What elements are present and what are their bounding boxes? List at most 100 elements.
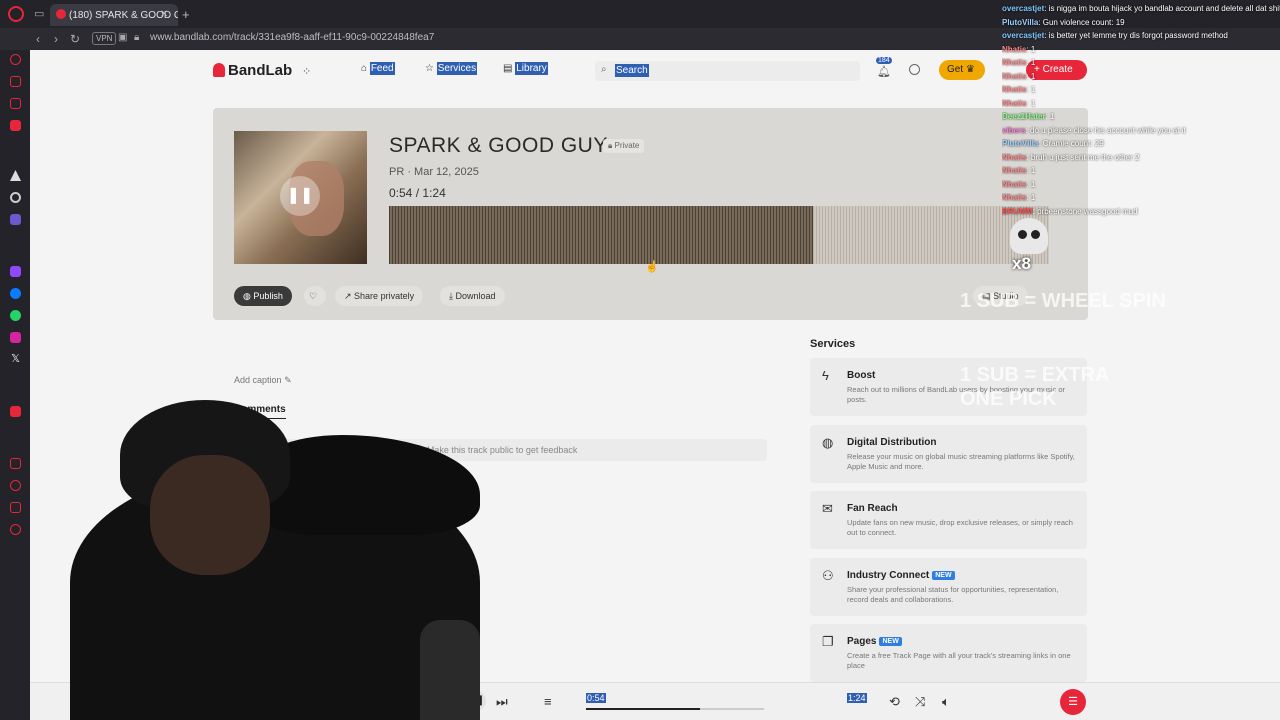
service-desc: Release your music on global music strea… xyxy=(847,452,1075,471)
new-tab-icon[interactable]: + xyxy=(182,7,190,22)
chat-text: : prbeenstone wassgood mud xyxy=(1032,206,1138,216)
close-icon[interactable]: ✕ xyxy=(160,9,168,20)
get-membership-button[interactable]: Get ♛ xyxy=(939,60,985,80)
star-icon: ☆ xyxy=(425,63,437,74)
chat-text: : 1 xyxy=(1026,193,1036,202)
nav-services-label: Services xyxy=(436,62,478,75)
service-desc: Create a free Track Page with all your t… xyxy=(847,651,1071,670)
pages-icon: ❐ xyxy=(822,634,834,649)
chat-message: Nhatis: 1 xyxy=(1002,85,1280,99)
chat-message: Nhatis: bruh u just sent me the other 2 xyxy=(1002,153,1280,167)
library-icon: ▤ xyxy=(503,63,516,74)
add-caption[interactable]: Add caption ✎ xyxy=(234,375,292,386)
volume-icon[interactable]: 🔈︎ xyxy=(942,694,950,710)
queue-button[interactable]: ☰ xyxy=(1060,689,1086,715)
track-card: ❚❚ SPARK & GOOD GUY 🔒︎ Private PR · Mar … xyxy=(213,108,1088,320)
new-badge: NEW xyxy=(932,571,955,580)
chat-text: : Cramie count: 29 xyxy=(1038,139,1104,148)
messenger-icon[interactable] xyxy=(10,288,21,299)
next-icon[interactable]: ⏭ xyxy=(496,694,508,710)
repeat-icon[interactable]: ⟲ xyxy=(889,694,900,710)
chat-message: Nhatis: 1 xyxy=(1002,180,1280,194)
track-title: SPARK & GOOD GUY xyxy=(389,134,608,157)
apps-grid-icon[interactable]: ⁘ xyxy=(302,65,311,78)
heart-icon: ♡ xyxy=(309,291,318,301)
nav-feed[interactable]: ⌂ Feed xyxy=(361,62,395,75)
browser-tab[interactable]: (180) SPARK & GOOD GUY xyxy=(50,4,178,26)
nav-services[interactable]: ☆ Services xyxy=(425,62,478,75)
bookmark-icon[interactable]: ▣ xyxy=(118,32,127,43)
service-desc: Share your professional status for oppor… xyxy=(847,585,1059,604)
share-privately-button[interactable]: ↗ Share privately xyxy=(335,286,424,306)
opera-logo-icon[interactable] xyxy=(8,6,24,22)
search-placeholder: Search xyxy=(615,64,649,77)
nav-library[interactable]: ▤ Library xyxy=(503,62,548,75)
bandlab-logo[interactable]: BandLab xyxy=(213,62,292,79)
url-field[interactable]: www.bandlab.com/track/331ea9f8-aaff-ef11… xyxy=(150,32,434,43)
settings-icon[interactable] xyxy=(10,192,21,203)
player-progress[interactable] xyxy=(586,708,764,710)
service-digital-distribution[interactable]: ◍ Digital Distribution Release your musi… xyxy=(810,425,1087,483)
whatsapp-icon[interactable] xyxy=(10,310,21,321)
speed-dial-icon[interactable] xyxy=(10,54,21,65)
like-button[interactable]: ♡ xyxy=(304,286,326,306)
chat-text: : 1 xyxy=(1026,179,1036,189)
service-desc: Update fans on new music, drop exclusive… xyxy=(847,518,1073,537)
tabs-icon[interactable]: ▭ xyxy=(34,7,48,20)
chat-message: PlutoVilla: Cramie count: 29 xyxy=(1002,139,1280,153)
player-current-time: 0:54 xyxy=(586,693,606,703)
duration: 1:24 xyxy=(422,186,446,200)
chat-username: vibers xyxy=(1002,125,1026,135)
chat-text: : 1 xyxy=(1026,98,1036,108)
mouse-cursor-icon: ☝ xyxy=(645,261,659,273)
shuffle-icon[interactable]: ⤨ xyxy=(915,694,925,710)
private-badge: 🔒︎ Private xyxy=(603,139,645,153)
aria-icon[interactable] xyxy=(10,170,21,181)
queue-list-icon[interactable]: ≡ xyxy=(544,694,552,709)
instagram-icon[interactable] xyxy=(10,332,21,343)
download-button[interactable]: ⤓ Download xyxy=(440,286,505,306)
service-name: Pages NEW xyxy=(847,636,902,647)
chat-username: Nhatis xyxy=(1002,166,1027,175)
globe-icon: ◍ xyxy=(822,435,834,450)
overlay-line-3: ONE PICK xyxy=(960,388,1057,410)
bell-icon[interactable]: 🔔︎ xyxy=(877,65,891,78)
reload-icon[interactable]: ↻ xyxy=(70,32,80,46)
x-icon[interactable]: 𝕏 xyxy=(10,354,21,365)
chat-message: Nhatis: 1 xyxy=(1002,166,1280,180)
search-input[interactable]: ⌕ Search xyxy=(595,61,860,81)
chat-username: Nhatis xyxy=(1002,193,1027,202)
chat-icon[interactable] xyxy=(909,64,920,75)
search-icon: ⌕ xyxy=(601,64,607,75)
publish-label: Publish xyxy=(253,291,283,301)
webcam-chair xyxy=(420,620,480,720)
back-icon[interactable]: ‹ xyxy=(36,32,40,46)
news-icon[interactable] xyxy=(10,76,21,87)
service-pages[interactable]: ❐ Pages NEW Create a free Track Page with… xyxy=(810,624,1087,682)
chat-message: BRUMM: prbeenstone wassgood mud xyxy=(1002,207,1280,221)
forward-icon[interactable]: › xyxy=(54,32,58,46)
globe-icon: ◍ xyxy=(243,291,254,301)
chat-username: overcastjet xyxy=(1002,31,1045,40)
new-badge: NEW xyxy=(879,637,902,646)
track-meta: PR · Mar 12, 2025 xyxy=(389,166,479,178)
home-icon: ⌂ xyxy=(361,63,370,74)
track-cover[interactable]: ❚❚ xyxy=(234,131,367,264)
chat-message: Nhatis: 1 xyxy=(1002,193,1280,207)
publish-button[interactable]: ◍ Publish xyxy=(234,286,292,306)
service-industry-connect[interactable]: ⚇ Industry Connect NEW Share your profess… xyxy=(810,558,1087,616)
share-icon: ↗ xyxy=(344,291,355,301)
ai-icon[interactable] xyxy=(10,214,21,225)
chat-username: PlutoVilla xyxy=(1002,139,1039,148)
vpn-badge[interactable]: VPN xyxy=(92,32,117,45)
get-label: Get xyxy=(947,64,964,75)
service-fan-reach[interactable]: ✉ Fan Reach Update fans on new music, dr… xyxy=(810,491,1087,549)
music-icon[interactable] xyxy=(10,120,21,131)
player-icon[interactable] xyxy=(10,98,21,109)
chat-message: Nhatis: 1 xyxy=(1002,99,1280,113)
bandlab-logo-icon xyxy=(213,63,225,77)
chat-username: Nhatis xyxy=(1002,71,1027,81)
pause-icon[interactable]: ❚❚ xyxy=(280,176,320,216)
twitch-icon[interactable] xyxy=(10,266,21,277)
chat-username: Nhatis xyxy=(1002,98,1027,108)
